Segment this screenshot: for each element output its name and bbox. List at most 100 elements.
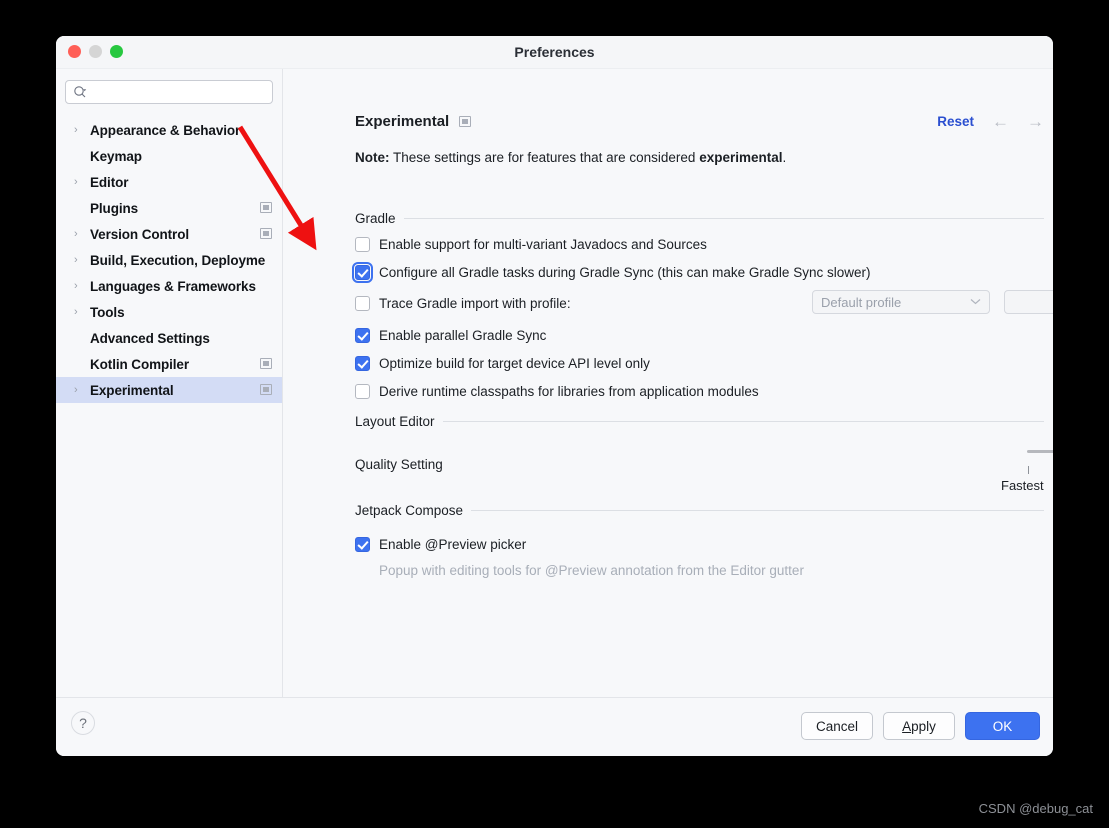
sidebar-item-label: Appearance & Behavior [90,122,241,138]
sidebar-item-label: Tools [90,304,125,320]
profile-dropdown-value: Default profile [821,294,902,310]
checkbox-label: Enable @Preview picker [379,536,527,552]
checkbox-row-multivariant-javadocs[interactable]: Enable support for multi-variant Javadoc… [355,234,707,254]
section-gradle-header: Gradle [355,211,1044,226]
dialog-footer: ? Cancel Apply OK [56,697,1053,756]
sidebar-item-label: Build, Execution, Deployme [90,252,266,268]
sidebar-item-editor[interactable]: › Editor [56,169,282,195]
nav-forward-icon[interactable]: → [1027,113,1044,130]
checkbox-optimize-build-api-level[interactable] [355,355,370,371]
search-box[interactable] [65,80,273,104]
sidebar-item-label: Experimental [90,382,174,398]
checkbox-row-configure-all-gradle-tasks[interactable]: Configure all Gradle tasks during Gradle… [352,261,871,283]
cancel-button[interactable]: Cancel [800,712,873,740]
checkbox-row-optimize-build-api-level[interactable]: Optimize build for target device API lev… [355,353,650,373]
checkbox-label: Configure all Gradle tasks during Gradle… [379,264,871,280]
note-prefix: Note: [355,150,390,165]
checkbox-row-parallel-gradle-sync[interactable]: Enable parallel Gradle Sync [355,325,546,345]
slider-tick-label-fastest: Fastest [1001,478,1044,493]
checkbox-label: Derive runtime classpaths for libraries … [379,383,759,399]
sidebar-item-label: Advanced Settings [90,330,210,346]
project-scope-icon [260,384,272,395]
profile-dropdown[interactable]: Default profile [812,290,990,314]
checkbox-label: Trace Gradle import with profile: [379,295,571,311]
content-inner: Experimental Reset ← → Note: These setti… [283,69,1053,747]
ok-button[interactable]: OK [965,712,1040,740]
apply-mnemonic: A [902,718,912,734]
checkbox-row-enable-preview-picker[interactable]: Enable @Preview picker [355,534,526,554]
section-divider [471,510,1044,511]
sidebar-item-label: Languages & Frameworks [90,278,256,294]
section-title-gradle: Gradle [355,211,396,226]
profile-path-input[interactable] [1004,290,1053,314]
chevron-right-icon[interactable]: › [74,280,90,292]
settings-tree: ›Appearance & Behavior›Keymap›Editor›Plu… [56,117,282,403]
sidebar-item-kotlin-compiler[interactable]: ›Kotlin Compiler [56,351,282,377]
checkbox-row-trace-gradle-import[interactable]: Trace Gradle import with profile: [355,293,571,313]
sidebar-item-label: Keymap [90,148,142,164]
section-layout-editor-header: Layout Editor [355,414,1044,429]
sidebar-item-label: Editor [90,174,129,190]
checkbox-derive-runtime-classpaths[interactable] [355,383,370,399]
checkbox-trace-gradle-import[interactable] [355,295,370,311]
search-input[interactable] [91,84,265,100]
nav-back-icon[interactable]: ← [992,113,1009,130]
sidebar-item-advanced-settings[interactable]: ›Advanced Settings [56,325,282,351]
search-icon [73,85,87,99]
sidebar-item-tools[interactable]: › Tools [56,299,282,325]
section-title-layout-editor: Layout Editor [355,414,435,429]
page-title: Experimental [355,113,450,130]
sidebar-item-keymap[interactable]: ›Keymap [56,143,282,169]
sidebar-item-label: Version Control [90,226,190,242]
apply-button[interactable]: Apply [883,712,955,740]
project-scope-icon [260,358,272,369]
chevron-right-icon[interactable]: › [74,228,90,240]
preferences-dialog: Preferences › Appearance & Behavior Keym… [56,36,1053,756]
sidebar-item-languages-frameworks[interactable]: › Languages & Frameworks [56,273,282,299]
project-scope-icon [260,202,272,213]
sidebar-item-appearance-behavior[interactable]: › Appearance & Behavior [56,117,282,143]
preview-picker-hint: Popup with editing tools for @Preview an… [379,563,804,578]
chevron-down-icon [970,297,981,308]
module-scope-icon [459,116,472,127]
reset-link[interactable]: Reset [937,114,974,129]
help-button[interactable]: ? [71,711,95,735]
footer-buttons: Cancel Apply OK [800,712,1040,740]
sidebar-item-experimental[interactable]: › Experimental [56,377,282,403]
sidebar-item-plugins[interactable]: ›Plugins [56,195,282,221]
chevron-right-icon[interactable]: › [74,124,90,136]
sidebar-item-version-control[interactable]: › Version Control [56,221,282,247]
checkbox-parallel-gradle-sync[interactable] [355,327,370,343]
section-divider [442,421,1044,422]
checkbox-row-derive-runtime-classpaths[interactable]: Derive runtime classpaths for libraries … [355,381,759,401]
settings-sidebar: ›Appearance & Behavior›Keymap›Editor›Plu… [56,69,283,747]
search-wrapper [65,80,273,104]
checkbox-configure-all-gradle-tasks[interactable] [352,261,373,283]
chevron-right-icon[interactable]: › [74,176,90,188]
header-actions: Reset ← → [937,113,1044,130]
content-header: Experimental Reset ← → [355,113,1053,130]
checkbox-label: Enable support for multi-variant Javadoc… [379,236,707,252]
note-body: These settings are for features that are… [389,150,700,165]
checkbox-enable-preview-picker[interactable] [355,536,370,552]
chevron-right-icon[interactable]: › [74,384,90,396]
sidebar-item-label: Kotlin Compiler [90,356,189,372]
note-suffix: . [782,150,787,165]
watermark-text: CSDN @debug_cat [978,801,1093,816]
slider-track[interactable] [1027,450,1053,453]
chevron-right-icon[interactable]: › [74,254,90,266]
window-titlebar: Preferences [56,36,1053,69]
apply-rest: pply [911,718,936,734]
chevron-right-icon[interactable]: › [74,306,90,318]
note-text: Note: These settings are for features th… [355,150,786,165]
sidebar-item-label: Plugins [90,200,139,216]
dialog-body: ›Appearance & Behavior›Keymap›Editor›Plu… [56,69,1053,747]
screen-root: Preferences › Appearance & Behavior Keym… [0,0,1109,828]
settings-content-pane: Experimental Reset ← → Note: These setti… [283,69,1053,747]
section-divider [403,218,1044,219]
sidebar-item-build-execution-deployme[interactable]: › Build, Execution, Deployme [56,247,282,273]
checkbox-multivariant-javadocs[interactable] [355,236,370,252]
checkbox-label: Optimize build for target device API lev… [379,355,650,371]
checkbox-label: Enable parallel Gradle Sync [379,327,547,343]
note-emphasis: experimental [699,150,783,165]
